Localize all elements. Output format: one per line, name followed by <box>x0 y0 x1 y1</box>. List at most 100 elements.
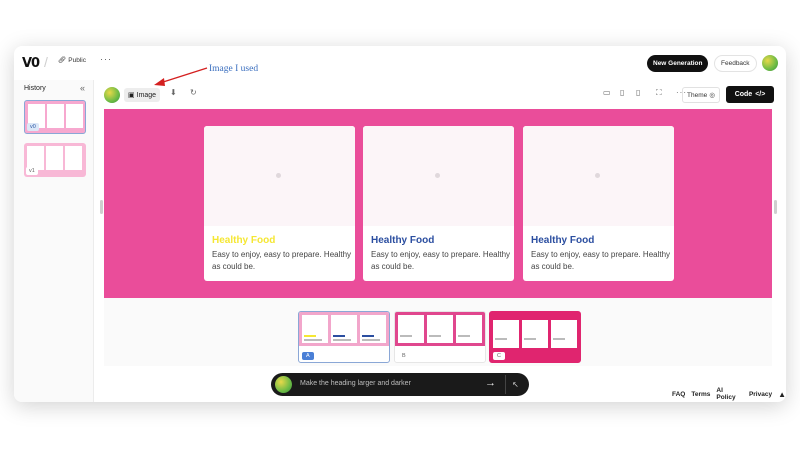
variant-line <box>458 335 470 337</box>
variant-line <box>333 339 351 341</box>
card-title: Healthy Food <box>531 235 595 246</box>
food-card: Healthy Food Easy to enjoy, easy to prep… <box>523 126 674 281</box>
thumb-card <box>66 104 83 128</box>
thumbs-down-icon[interactable]: ⬇︎ <box>170 88 177 97</box>
privacy-link[interactable]: Privacy <box>749 391 772 398</box>
card-description: Easy to enjoy, easy to prepare. Healthy … <box>371 250 511 271</box>
variant-c[interactable]: C <box>489 311 581 363</box>
thumb-card <box>65 146 82 170</box>
prompt-avatar <box>275 376 292 393</box>
preview-canvas: Healthy Food Easy to enjoy, easy to prep… <box>104 109 772 298</box>
variant-card <box>398 315 424 343</box>
variant-label: C <box>493 352 505 360</box>
desktop-icon[interactable]: ▭ <box>603 88 611 97</box>
palette-icon: ◎ <box>709 92 715 99</box>
fullscreen-icon[interactable]: ⛶ <box>656 88 662 98</box>
food-card: Healthy Food Easy to enjoy, easy to prep… <box>204 126 355 281</box>
faq-link[interactable]: FAQ <box>672 391 685 398</box>
variant-card <box>551 320 577 348</box>
card-title: Healthy Food <box>212 235 276 246</box>
card-image-placeholder <box>363 126 514 226</box>
new-generation-button[interactable]: New Generation <box>647 55 709 72</box>
variant-preview <box>395 312 485 346</box>
image-icon: ▣ <box>128 92 135 99</box>
top-bar: V0 / 🔗︎ Public ··· Image I used New Gene… <box>14 46 786 80</box>
food-card: Healthy Food Easy to enjoy, easy to prep… <box>363 126 514 281</box>
select-element-icon[interactable]: ↖ <box>505 375 525 394</box>
history-sidebar: History « v0 v1 <box>14 80 103 402</box>
v0-logo[interactable]: V0 <box>22 56 40 71</box>
resize-handle[interactable] <box>774 200 777 214</box>
variant-label: B <box>398 352 410 360</box>
ai-policy-link[interactable]: AI Policy <box>716 387 743 401</box>
variant-card <box>302 315 328 343</box>
theme-label: Theme <box>687 91 708 99</box>
history-version-label: v0 <box>27 123 39 131</box>
preview-toolbar: ▣ Image ⬇︎ ↻ ▭ ▯ ▯ ⛶ ··· Theme ◎ Code </… <box>104 82 780 106</box>
link-icon: 🔗︎ <box>58 57 67 64</box>
user-avatar[interactable] <box>762 55 778 71</box>
code-icon: </> <box>755 91 766 98</box>
history-item-v0[interactable]: v0 <box>24 100 86 134</box>
card-image-placeholder <box>204 126 355 226</box>
variant-label: A <box>302 352 314 360</box>
variant-card <box>456 315 482 343</box>
image-placeholder-icon <box>595 173 600 178</box>
variant-card <box>493 320 519 348</box>
variant-line <box>362 335 374 337</box>
image-placeholder-icon <box>276 173 281 178</box>
variant-line <box>304 339 322 341</box>
resize-handle[interactable] <box>100 200 103 214</box>
mobile-icon[interactable]: ▯ <box>636 88 640 97</box>
variant-line <box>304 335 316 337</box>
history-version-label: v1 <box>26 167 38 175</box>
feedback-button[interactable]: Feedback <box>714 55 757 72</box>
code-label: Code <box>734 91 753 98</box>
visibility-button[interactable]: 🔗︎ Public <box>58 56 86 65</box>
more-options-button[interactable]: ··· <box>100 54 112 64</box>
variant-preview <box>490 312 580 352</box>
variant-line <box>553 338 565 340</box>
variant-line <box>333 335 345 337</box>
variant-card <box>427 315 453 343</box>
image-placeholder-icon <box>435 173 440 178</box>
image-attachment-button[interactable]: ▣ Image <box>124 88 161 102</box>
send-arrow-icon[interactable]: → <box>485 377 496 389</box>
variant-line <box>429 335 441 337</box>
separator-slash: / <box>44 54 48 70</box>
visibility-label: Public <box>68 56 86 64</box>
image-button-label: Image <box>136 91 157 99</box>
tablet-icon[interactable]: ▯ <box>620 88 624 97</box>
variant-line <box>495 338 507 340</box>
collapse-sidebar-icon[interactable]: « <box>80 83 85 93</box>
vercel-triangle-icon[interactable]: ▲ <box>778 390 786 399</box>
history-item-v1[interactable]: v1 <box>24 143 86 177</box>
prompt-bar: Make the heading larger and darker → ↖ <box>271 373 529 396</box>
refresh-icon[interactable]: ↻ <box>190 88 197 97</box>
variant-card <box>522 320 548 348</box>
variant-line <box>400 335 412 337</box>
history-title: History <box>24 85 46 92</box>
card-description: Easy to enjoy, easy to prepare. Healthy … <box>212 250 352 271</box>
card-description: Easy to enjoy, easy to prepare. Healthy … <box>531 250 671 271</box>
variant-card <box>331 315 357 343</box>
theme-button[interactable]: Theme ◎ <box>682 87 720 103</box>
generation-avatar <box>104 87 120 103</box>
variant-line <box>362 339 380 341</box>
footer-links: FAQ Terms AI Policy Privacy ▲ <box>672 387 786 401</box>
variant-line <box>524 338 536 340</box>
app-window: V0 / 🔗︎ Public ··· Image I used New Gene… <box>14 46 786 402</box>
code-button[interactable]: Code </> <box>726 86 774 103</box>
variant-preview <box>299 312 389 346</box>
card-title: Healthy Food <box>371 235 435 246</box>
variant-a[interactable]: A <box>298 311 390 363</box>
variant-selector: A B C <box>104 298 772 366</box>
terms-link[interactable]: Terms <box>691 391 710 398</box>
thumb-card <box>47 104 64 128</box>
thumb-card <box>46 146 63 170</box>
card-image-placeholder <box>523 126 674 226</box>
annotation-text: Image I used <box>209 64 259 74</box>
variant-card <box>360 315 386 343</box>
variant-b[interactable]: B <box>394 311 486 363</box>
prompt-input[interactable]: Make the heading larger and darker <box>300 380 411 387</box>
